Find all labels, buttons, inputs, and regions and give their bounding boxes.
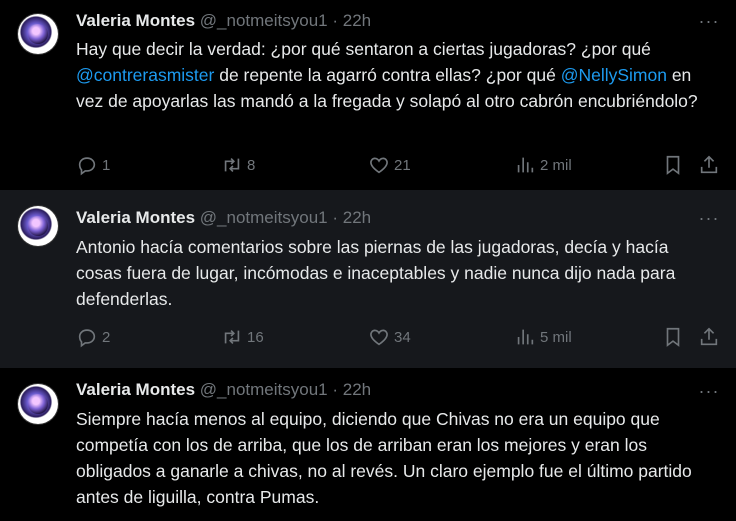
tweet-text: Hay que decir la verdad: ¿por qué sentar… [76,36,716,114]
bookmark-icon [666,327,680,347]
tweet-text: Antonio hacía comentarios sobre las pier… [76,237,676,309]
reply-button[interactable]: 2 [76,325,110,349]
timestamp[interactable]: 22h [343,380,371,399]
more-options-icon[interactable]: ··· [698,209,720,231]
author-handle[interactable]: @_notmeitsyou1 [200,380,328,399]
bookmark-icon [666,155,680,175]
timestamp[interactable]: 22h [343,208,371,227]
share-icon [700,155,718,174]
reply-count: 1 [102,156,111,174]
repost-button[interactable]: 16 [221,325,264,349]
author-name[interactable]: Valeria Montes [76,11,195,30]
like-button[interactable]: 34 [368,325,411,349]
reply-icon [78,157,96,176]
repost-icon [224,157,240,173]
text-segment: de repente la agarró contra ellas? ¿por … [214,65,561,85]
author-handle[interactable]: @_notmeitsyou1 [200,11,328,30]
tweet-1[interactable]: Valeria Montes @_notmeitsyou1 · 22h ··· … [0,0,736,190]
heart-icon [370,329,388,346]
share-button[interactable] [698,153,720,177]
bookmark-button[interactable] [662,153,684,177]
more-options-icon[interactable]: ··· [698,382,720,404]
avatar[interactable] [18,206,58,246]
separator-dot: · [332,380,339,399]
tweet-text: Siempre hacía menos al equipo, diciendo … [76,409,692,507]
views-count: 5 mil [540,328,572,346]
avatar[interactable] [18,384,58,424]
repost-button[interactable]: 8 [221,153,255,177]
tweet-header: Valeria Montes @_notmeitsyou1 · 22h [76,208,371,228]
like-button[interactable]: 21 [368,153,411,177]
reply-icon [78,329,96,348]
reply-button[interactable]: 1 [76,153,110,177]
action-bar: 2 16 34 5 mil [76,325,726,349]
timestamp[interactable]: 22h [343,11,371,30]
share-button[interactable] [698,325,720,349]
author-name[interactable]: Valeria Montes [76,380,195,399]
views-icon [517,329,534,345]
like-count: 34 [394,328,411,346]
tweet-header: Valeria Montes @_notmeitsyou1 · 22h [76,11,371,31]
reply-count: 2 [102,328,111,346]
separator-dot: · [332,208,339,227]
repost-count: 8 [247,156,256,174]
like-count: 21 [394,156,411,174]
mention-link[interactable]: @contrerasmister [76,65,214,85]
author-handle[interactable]: @_notmeitsyou1 [200,208,328,227]
mention-link[interactable]: @NellySimon [561,65,667,85]
heart-icon [370,157,388,174]
share-icon [700,327,718,346]
tweet-3[interactable]: Valeria Montes @_notmeitsyou1 · 22h ··· … [0,368,736,521]
views-button[interactable]: 5 mil [514,325,572,349]
views-icon [517,157,534,173]
text-segment: Hay que decir la verdad: ¿por qué sentar… [76,39,651,59]
tweet-header: Valeria Montes @_notmeitsyou1 · 22h [76,380,371,400]
views-button[interactable]: 2 mil [514,153,572,177]
action-bar: 1 8 21 2 mil [76,153,726,177]
tweet-2[interactable]: Valeria Montes @_notmeitsyou1 · 22h ··· … [0,190,736,368]
repost-count: 16 [247,328,264,346]
bookmark-button[interactable] [662,325,684,349]
more-options-icon[interactable]: ··· [698,12,720,34]
separator-dot: · [332,11,339,30]
avatar[interactable] [18,14,58,54]
repost-icon [224,329,240,345]
views-count: 2 mil [540,156,572,174]
author-name[interactable]: Valeria Montes [76,208,195,227]
